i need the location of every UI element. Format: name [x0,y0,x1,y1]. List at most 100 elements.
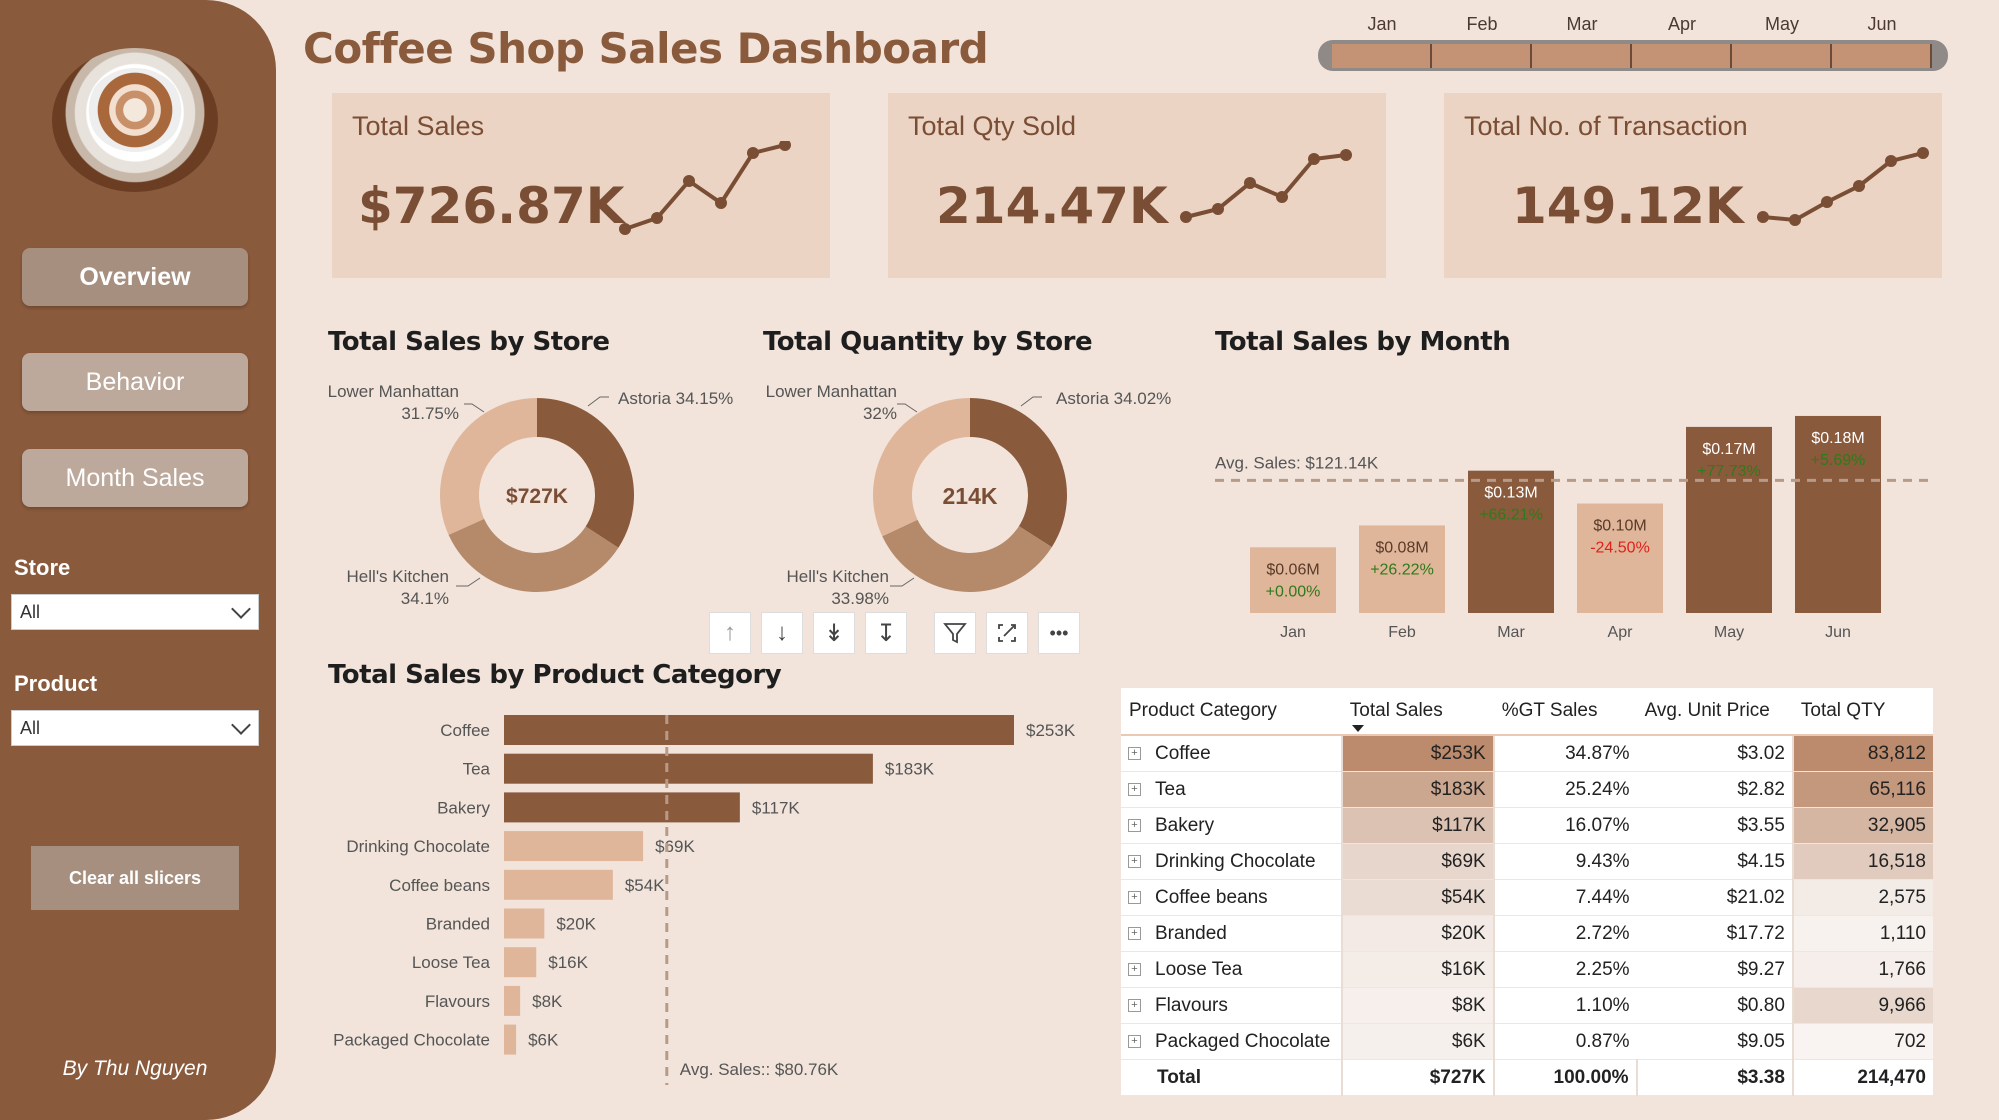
filter-icon[interactable] [934,612,976,654]
category-axis-label: Bakery [437,798,490,817]
row-label-cell: + Drinking Chocolate [1121,843,1342,880]
column-header[interactable]: %GT Sales [1493,688,1637,736]
table-row[interactable]: + Loose Tea $16K 2.25% $9.27 1,766 [1121,951,1933,988]
leader-line [456,577,481,587]
donut-label-lower-manhattan: Lower Manhattan [328,382,459,401]
row-label-cell: + Tea [1121,771,1342,808]
row-label: Coffee beans [1155,886,1268,908]
category-axis-label: Tea [463,760,491,779]
column-header[interactable]: Total QTY [1792,688,1933,736]
row-label-cell: + Packaged Chocolate [1121,1023,1342,1060]
table-row[interactable]: + Bakery $117K 16.07% $3.55 32,905 [1121,807,1933,844]
donut-label-lower-manhattan-pct: 31.75% [401,404,459,423]
month-slicer[interactable] [1318,40,1948,71]
category-bar[interactable] [504,985,521,1016]
table-cell: 0.87% [1492,1023,1637,1060]
table-row[interactable]: + Drinking Chocolate $69K 9.43% $4.15 16,518 [1121,843,1933,880]
more-options-icon[interactable]: ••• [1038,612,1080,654]
kpi-label: Total Qty Sold [908,111,1077,141]
donut-label-hells-kitchen-pct: 34.1% [401,589,449,608]
donut-slice-astoria[interactable] [970,398,1067,548]
kpi-value: 214.47K [936,177,1168,235]
table-row[interactable]: + Coffee beans $54K 7.44% $21.02 2,575 [1121,879,1933,916]
table-cell: $20K [1340,915,1494,952]
table-row[interactable]: + Tea $183K 25.24% $2.82 65,116 [1121,771,1933,808]
category-bar-value-label: $117K [752,798,801,817]
table-cell: 34.87% [1492,735,1637,772]
table-cell: $16K [1340,951,1494,988]
month-slicer-segment[interactable] [1632,44,1732,68]
month-bar-change-label: +66.21% [1479,507,1543,524]
kpi-card-total-sales: Total Sales $726.87K [332,93,830,278]
category-bar[interactable] [504,831,644,862]
expand-icon[interactable]: + [1128,782,1141,796]
category-bar[interactable] [504,908,545,939]
expand-icon[interactable]: + [1128,854,1141,868]
clear-all-slicers-button[interactable]: Clear all slicers [31,846,239,910]
category-bar[interactable] [504,715,1014,745]
table-cell: 2.25% [1492,951,1637,988]
table-cell: $9.05 [1636,1023,1793,1060]
drill-down-icon[interactable]: ↧ [865,612,907,654]
row-label-cell: + Bakery [1121,807,1342,844]
category-bar[interactable] [504,947,537,978]
expand-icon[interactable]: + [1128,926,1141,940]
month-slicer-segment[interactable] [1532,44,1632,68]
donut-label-astoria: Astoria 34.02% [1056,389,1171,408]
table-cell: 702 [1791,1023,1933,1060]
column-header[interactable]: Avg. Unit Price [1636,688,1793,736]
table-cell: 83,812 [1791,735,1933,772]
expand-icon[interactable]: + [1128,818,1141,832]
expand-icon[interactable]: + [1128,962,1141,976]
donut-label-lower-manhattan: Lower Manhattan [766,382,897,401]
month-slicer-segment[interactable] [1432,44,1532,68]
product-slicer-label: Product [14,671,98,696]
table-cell: $21.02 [1636,879,1793,916]
row-label: Flavours [1155,994,1228,1016]
nav-behavior-button[interactable]: Behavior [22,353,248,411]
expand-icon[interactable]: + [1128,998,1141,1012]
store-slicer-dropdown[interactable]: All [11,594,259,630]
sort-descending-icon[interactable] [1351,725,1364,732]
month-slicer-label: Apr [1667,14,1696,34]
column-header[interactable]: Product Category [1121,688,1342,736]
row-label-cell: + Coffee beans [1121,879,1342,916]
section-title-qty-by-store: Total Quantity by Store [763,327,1093,357]
table-row[interactable]: + Branded $20K 2.72% $17.72 1,110 [1121,915,1933,952]
focus-mode-icon[interactable] [986,612,1028,654]
column-header[interactable]: Total Sales [1341,688,1494,736]
category-bar-value-label: $6K [528,1031,559,1050]
leader-line [1020,396,1042,407]
expand-icon[interactable]: + [1128,1034,1141,1048]
category-bar[interactable] [504,1024,517,1055]
category-bar-value-label: $20K [556,915,596,934]
table-row[interactable]: + Coffee $253K 34.87% $3.02 83,812 [1121,735,1933,772]
month-bar[interactable] [1250,547,1336,613]
donut-label-hells-kitchen: Hell's Kitchen [347,567,449,586]
category-bar[interactable] [504,753,873,784]
month-bar-change-label: +5.69% [1811,452,1866,469]
table-cell: $3.55 [1636,807,1793,844]
table-row[interactable]: + Flavours $8K 1.10% $0.80 9,966 [1121,987,1933,1024]
row-label: Coffee [1155,742,1211,764]
category-bar-value-label: $16K [548,953,588,972]
category-bar[interactable] [504,869,613,900]
table-row[interactable]: + Packaged Chocolate $6K 0.87% $9.05 702 [1121,1023,1933,1060]
product-slicer-dropdown[interactable]: All [11,710,259,746]
expand-icon[interactable]: + [1128,890,1141,904]
double-arrow-down-icon[interactable]: ↡ [813,612,855,654]
category-bar[interactable] [504,792,740,823]
leader-line [890,577,915,587]
expand-icon[interactable]: + [1128,746,1141,760]
arrow-down-icon[interactable]: ↓ [761,612,803,654]
table-cell: $0.80 [1636,987,1793,1024]
nav-month-sales-button[interactable]: Month Sales [22,449,248,507]
donut-slice-astoria[interactable] [537,398,634,548]
table-cell: 2.72% [1492,915,1637,952]
month-slicer-segment[interactable] [1732,44,1832,68]
nav-overview-button[interactable]: Overview [22,248,248,306]
month-slicer-segment[interactable] [1332,44,1432,68]
arrow-up-icon[interactable]: ↑ [709,612,751,654]
month-slicer-segment[interactable] [1832,44,1932,68]
donut-label-lower-manhattan-pct: 32% [863,404,897,423]
